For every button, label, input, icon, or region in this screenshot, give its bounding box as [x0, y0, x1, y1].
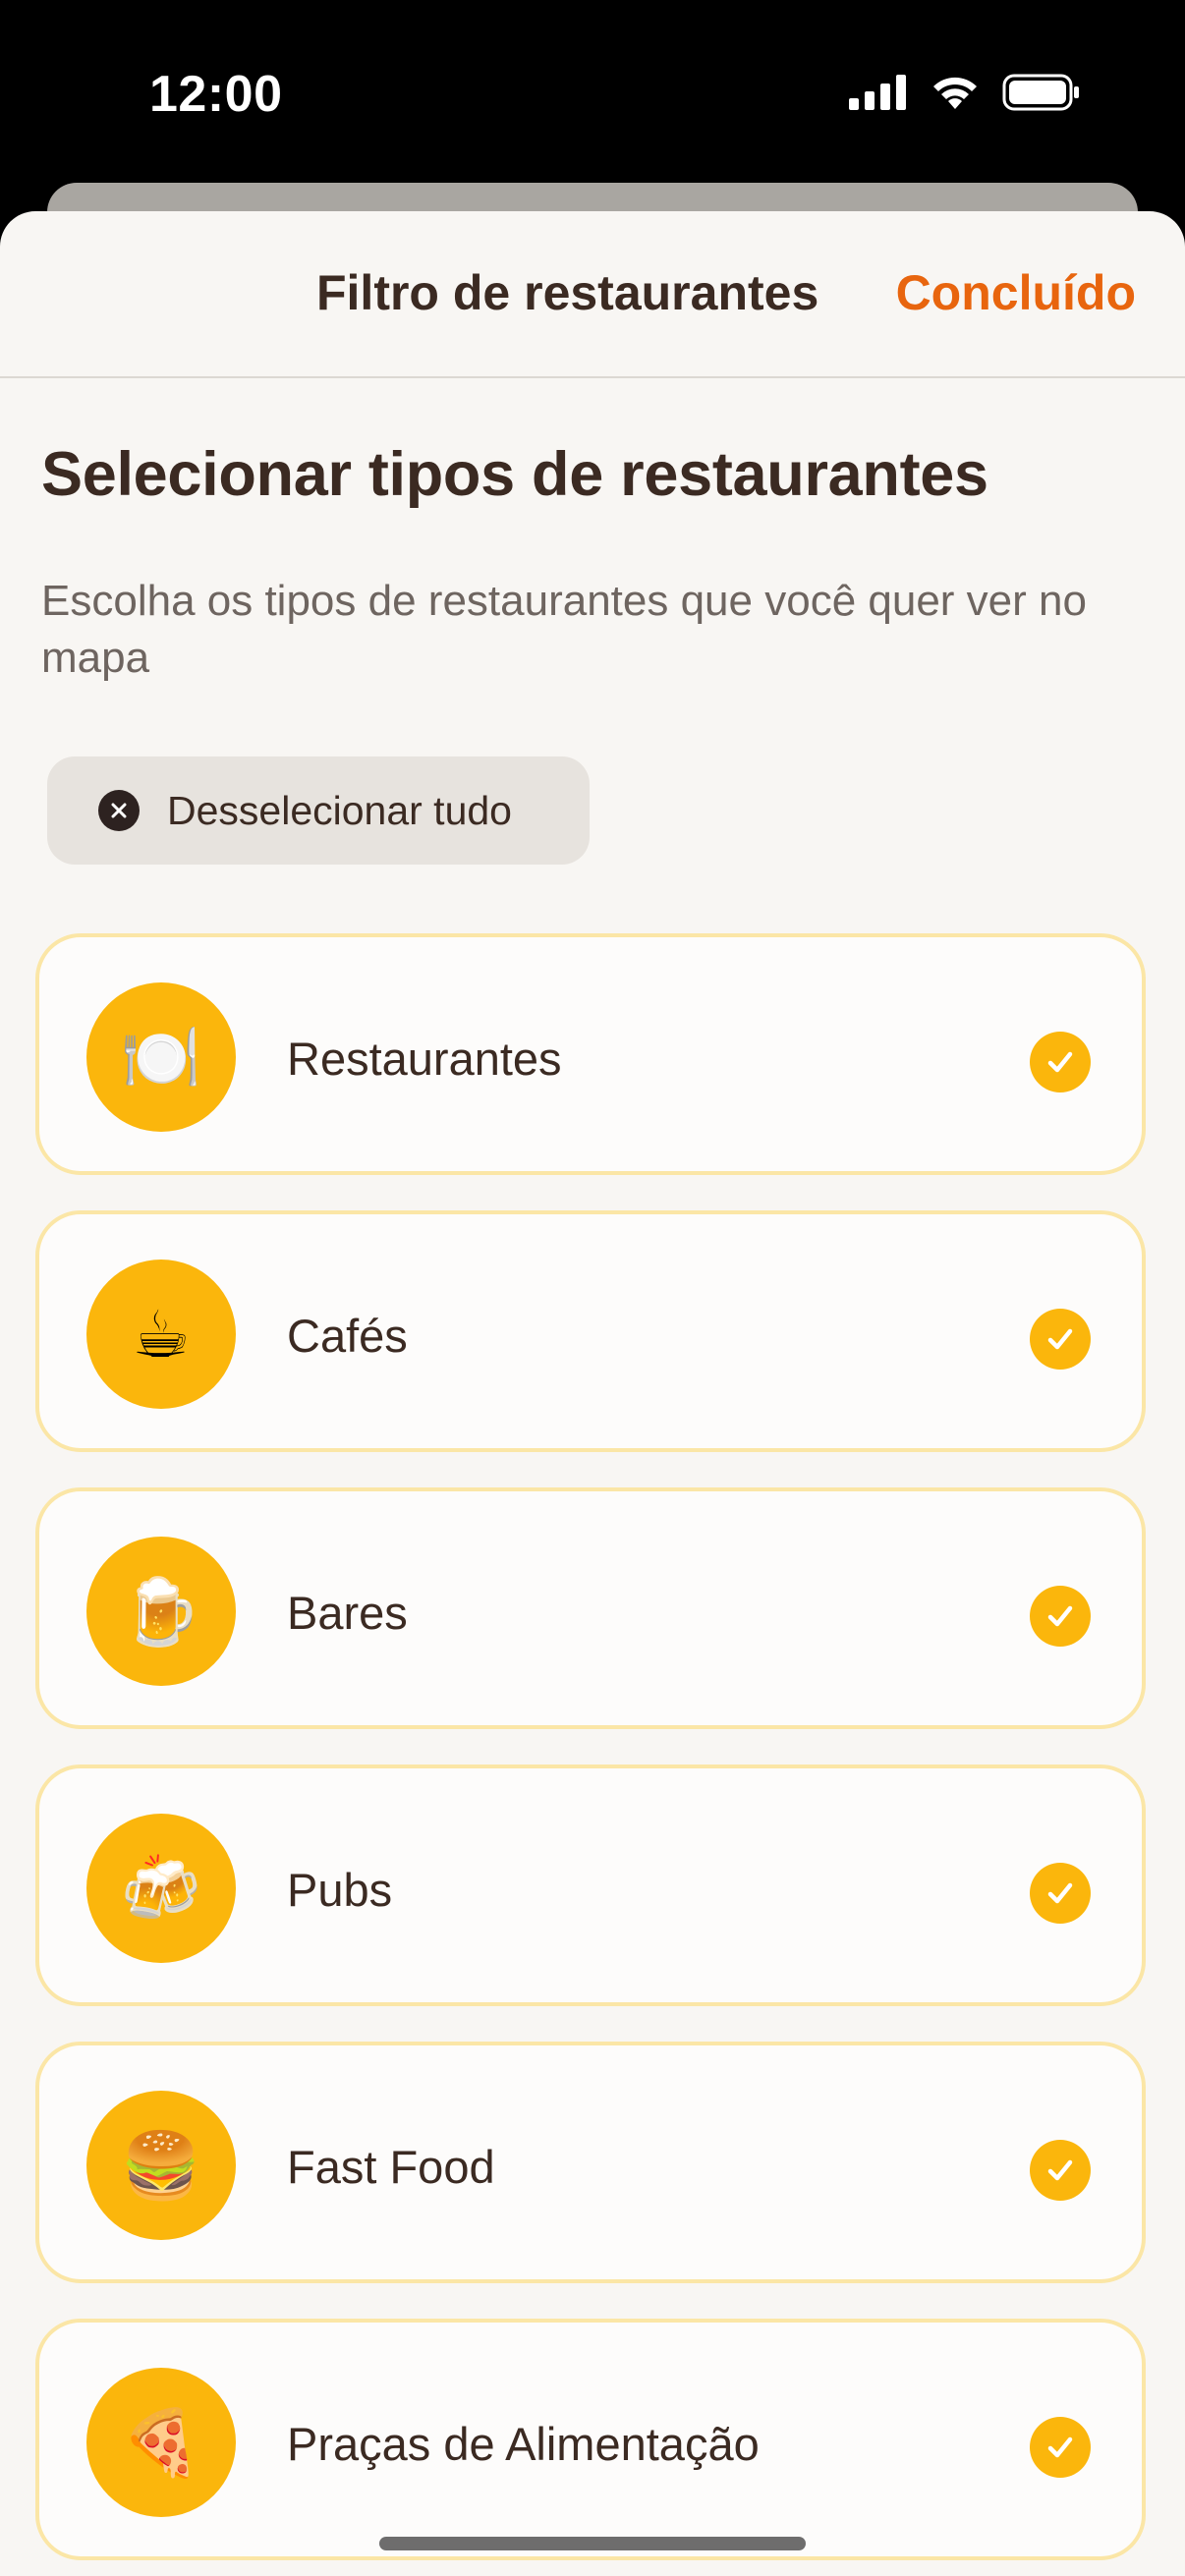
category-card-pracas-de-alimentacao[interactable]: 🍕 Praças de Alimentação [35, 2319, 1146, 2560]
nav-title: Filtro de restaurantes [316, 265, 819, 320]
done-button[interactable]: Concluído [896, 264, 1136, 321]
category-label: Restaurantes [287, 1033, 562, 1085]
category-card-pubs[interactable]: 🍻 Pubs [35, 1764, 1146, 2006]
category-card-bares[interactable]: 🍺 Bares [35, 1487, 1146, 1729]
section-subtitle: Escolha os tipos de restaurantes que voc… [41, 577, 1087, 682]
deselect-all-label: Desselecionar tudo [167, 787, 512, 833]
burger-icon: 🍔 [86, 2091, 236, 2240]
category-card-restaurantes[interactable]: 🍽️ Restaurantes [35, 933, 1146, 1175]
pizza-icon: 🍕 [86, 2368, 236, 2517]
filter-sheet: Filtro de restaurantes Concluído Selecio… [0, 211, 1185, 2576]
checkmark-icon [1030, 2417, 1091, 2478]
category-label: Cafés [287, 1310, 408, 1362]
close-circle-icon [98, 790, 140, 831]
category-card-fast-food[interactable]: 🍔 Fast Food [35, 2042, 1146, 2283]
status-time: 12:00 [149, 66, 283, 123]
cellular-signal-icon [849, 75, 908, 115]
home-indicator[interactable] [379, 2537, 806, 2550]
checkmark-icon [1030, 1309, 1091, 1370]
deselect-all-button[interactable]: Desselecionar tudo [47, 756, 590, 865]
checkmark-icon [1030, 1863, 1091, 1924]
category-label: Bares [287, 1587, 408, 1639]
category-label: Praças de Alimentação [287, 2418, 760, 2470]
checkmark-icon [1030, 1032, 1091, 1092]
beer-mug-icon: 🍺 [86, 1537, 236, 1686]
checkmark-icon [1030, 1586, 1091, 1647]
status-bar: 12:00 [0, 0, 1185, 196]
category-label: Fast Food [287, 2141, 495, 2193]
plate-cutlery-icon: 🍽️ [86, 982, 236, 1132]
battery-icon [1002, 73, 1081, 117]
category-label: Pubs [287, 1864, 393, 1916]
status-icons [849, 73, 1081, 117]
navigation-bar: Filtro de restaurantes Concluído [0, 211, 1185, 378]
clinking-beers-icon: 🍻 [86, 1814, 236, 1963]
section-heading: Selecionar tipos de restaurantes [41, 440, 988, 509]
checkmark-icon [1030, 2140, 1091, 2201]
wifi-icon [930, 74, 981, 116]
coffee-cup-icon: ☕ [86, 1260, 236, 1409]
category-card-cafes[interactable]: ☕ Cafés [35, 1210, 1146, 1452]
